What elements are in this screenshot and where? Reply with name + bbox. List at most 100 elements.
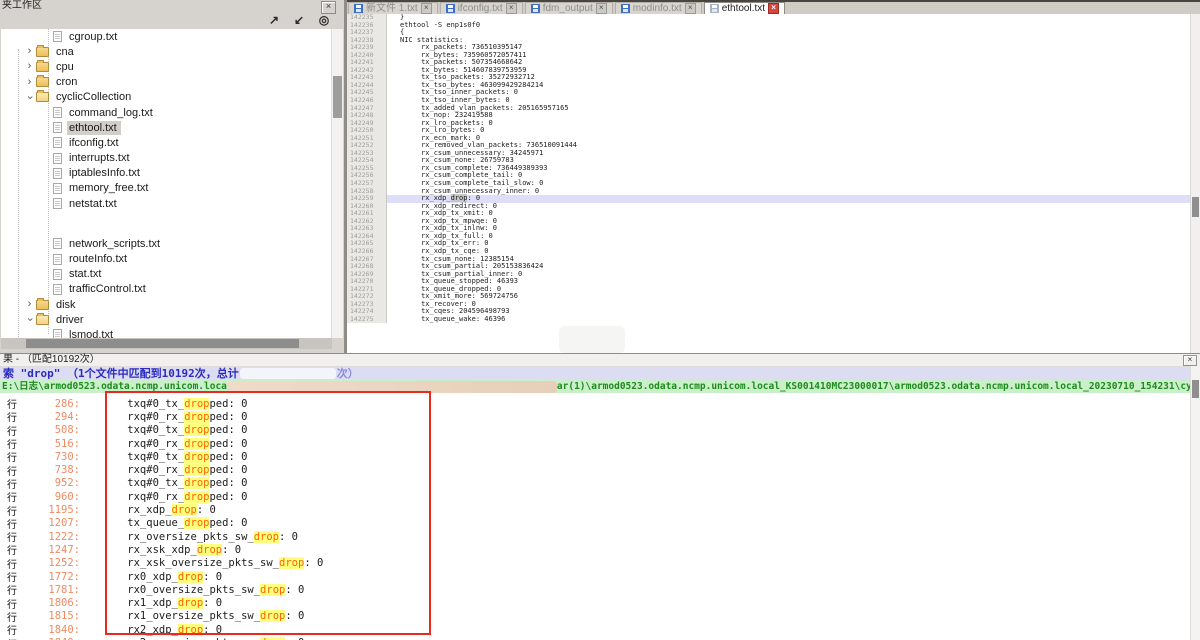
tab-close-icon[interactable]: × — [685, 3, 696, 14]
match-highlight: drop — [279, 557, 304, 569]
match-line-number: 1222: — [22, 531, 80, 543]
tree-item-label: cpu — [54, 60, 78, 74]
folder-icon — [36, 62, 49, 72]
match-highlight: drop — [178, 624, 203, 636]
matched-file-path-line[interactable]: E:\日志\armod0523.odata.ncmp.unicom.loca a… — [0, 380, 1191, 393]
tree-item-disk[interactable]: ›disk — [1, 297, 332, 312]
tree-item-cyclicCollection[interactable]: › cyclicCollection — [1, 90, 332, 105]
line-text: ethtool -S enp1s0f0 — [387, 22, 1191, 30]
tree-item-stat.txt[interactable]: stat.txt — [1, 267, 332, 282]
line-text: tx_nop: 232419588 — [387, 112, 1191, 120]
tab-bar: 新文件 1.txt×ifconfig.txt×fdm_output×modinf… — [347, 0, 1200, 14]
match-row-line-952[interactable]: 行952: txq#0_tx_dropped: 0 — [0, 477, 1191, 490]
match-highlight: drop — [184, 451, 209, 463]
match-text: rxq#0_rx_dropped: 0 — [102, 491, 247, 503]
match-row-line-960[interactable]: 行960: rxq#0_rx_dropped: 0 — [0, 490, 1191, 503]
tree-vertical-scrollbar[interactable] — [331, 29, 343, 338]
tree-item-label: ifconfig.txt — [67, 136, 123, 150]
match-row-line-1195[interactable]: 行1195: rx_xdp_drop: 0 — [0, 503, 1191, 516]
match-text: tx_queue_dropped: 0 — [102, 517, 247, 529]
selected-match: drop — [451, 194, 468, 202]
match-line-number: 1195: — [22, 504, 80, 516]
file-icon — [53, 31, 62, 42]
file-tree: cgroup.txt›cna›cpu›cron›cyclicCollection… — [1, 29, 332, 338]
maximize-panel-icon[interactable]: ↗ — [266, 14, 282, 28]
tree-horizontal-scrollbar[interactable] — [1, 338, 332, 349]
match-text: rx_xsk_xdp_drop: 0 — [102, 544, 241, 556]
tree-item-lsmod.txt[interactable]: lsmod.txt — [1, 327, 332, 338]
line-text: rx_xdp_redirect: 0 — [387, 203, 1191, 211]
match-highlight: drop — [184, 411, 209, 423]
tree-item-label: ethtool.txt — [67, 121, 121, 135]
match-row-line-1815[interactable]: 行1815: rx1_oversize_pkts_sw_drop: 0 — [0, 610, 1191, 623]
tab-ifconfig.txt[interactable]: ifconfig.txt× — [440, 2, 523, 14]
tree-item-trafficControl.txt[interactable]: trafficControl.txt — [1, 282, 332, 297]
tree-item-cgroup.txt[interactable]: cgroup.txt — [1, 29, 332, 44]
tree-scrollbar-thumb[interactable] — [26, 339, 299, 348]
editor-scrollbar-thumb[interactable] — [1192, 197, 1199, 217]
tree-item-command_log.txt[interactable]: command_log.txt — [1, 105, 332, 120]
tab-ethtool.txt[interactable]: ethtool.txt× — [704, 2, 785, 14]
match-highlight: drop — [184, 477, 209, 489]
tree-item-ifconfig.txt[interactable]: ifconfig.txt — [1, 135, 332, 150]
tree-item-netstat.txt[interactable]: netstat.txt — [1, 196, 332, 211]
tree-item-cna[interactable]: ›cna — [1, 44, 332, 59]
tree-item-routeInfo.txt[interactable]: routeInfo.txt — [1, 251, 332, 266]
line-text: rx_xdp_tx_err: 0 — [387, 240, 1191, 248]
editor-line: 142237{ — [347, 29, 1191, 37]
restore-panel-icon[interactable]: ↙ — [291, 14, 307, 28]
match-row-line-286[interactable]: 行286: txq#0_tx_dropped: 0 — [0, 397, 1191, 410]
match-row-line-1222[interactable]: 行1222: rx_oversize_pkts_sw_drop: 0 — [0, 530, 1191, 543]
match-row-line-1806[interactable]: 行1806: rx1_xdp_drop: 0 — [0, 596, 1191, 609]
tree-item-network_scripts.txt[interactable]: network_scripts.txt — [1, 236, 332, 251]
match-row-line-294[interactable]: 行294: rxq#0_rx_dropped: 0 — [0, 410, 1191, 423]
match-row-line-1207[interactable]: 行1207: tx_queue_dropped: 0 — [0, 517, 1191, 530]
tree-scrollbar-thumb[interactable] — [333, 76, 342, 118]
locate-file-icon[interactable]: ◎ — [316, 14, 332, 28]
match-line-number: 960: — [22, 491, 80, 503]
tree-item-iptablesInfo.txt[interactable]: iptablesInfo.txt — [1, 166, 332, 181]
folder-icon — [36, 47, 49, 57]
tab-modinfo.txt[interactable]: modinfo.txt× — [615, 2, 702, 14]
match-row-line-1247[interactable]: 行1247: rx_xsk_xdp_drop: 0 — [0, 543, 1191, 556]
editor-text-area[interactable]: 142235}142236ethtool -S enp1s0f0142237{1… — [347, 14, 1191, 347]
file-icon — [53, 107, 62, 118]
match-row-line-516[interactable]: 行516: rxq#0_rx_dropped: 0 — [0, 437, 1191, 450]
tree-collapse-arrow-icon[interactable]: › — [23, 91, 36, 104]
results-close-icon[interactable]: × — [1183, 355, 1197, 366]
tree-item-memory_free.txt[interactable]: memory_free.txt — [1, 181, 332, 196]
tab-close-icon[interactable]: × — [506, 3, 517, 14]
match-row-line-738[interactable]: 行738: rxq#0_rx_dropped: 0 — [0, 463, 1191, 476]
match-row-line-508[interactable]: 行508: txq#0_tx_dropped: 0 — [0, 424, 1191, 437]
folder-icon — [36, 92, 49, 102]
tree-item-cpu[interactable]: › cpu — [1, 59, 332, 74]
match-row-line-1781[interactable]: 行1781: rx0_oversize_pkts_sw_drop: 0 — [0, 583, 1191, 596]
tab-close-icon[interactable]: × — [421, 3, 432, 14]
tree-expand-arrow-icon[interactable]: › — [23, 45, 36, 58]
results-vertical-scrollbar[interactable] — [1190, 366, 1200, 640]
match-row-line-1840[interactable]: 行1840: rx2_xdp_drop: 0 — [0, 623, 1191, 636]
tab-close-icon[interactable]: × — [596, 3, 607, 14]
tab-label: fdm_output — [543, 3, 593, 15]
tree-collapse-arrow-icon[interactable]: › — [23, 313, 36, 326]
match-line-number: 294: — [22, 411, 80, 423]
results-scrollbar-thumb[interactable] — [1192, 380, 1199, 398]
editor-vertical-scrollbar[interactable] — [1190, 14, 1200, 353]
match-highlight: drop — [260, 584, 285, 596]
tree-expand-arrow-icon[interactable]: › — [23, 298, 36, 311]
tree-item-label: cyclicCollection — [54, 90, 135, 104]
tree-item-driver[interactable]: ›driver — [1, 312, 332, 327]
tree-item-interrupts.txt[interactable]: interrupts.txt — [1, 151, 332, 166]
match-row-line-1772[interactable]: 行1772: rx0_xdp_drop: 0 — [0, 570, 1191, 583]
tree-expand-arrow-icon[interactable]: › — [23, 76, 36, 89]
tree-expand-arrow-icon[interactable]: › — [23, 60, 36, 73]
tree-item-ethtool.txt[interactable]: ethtool.txt — [1, 120, 332, 135]
match-text: rx1_oversize_pkts_sw_drop: 0 — [102, 610, 304, 622]
tab--1.txt[interactable]: 新文件 1.txt× — [348, 2, 438, 14]
tab-fdm_output[interactable]: fdm_output× — [525, 2, 613, 14]
match-row-line-730[interactable]: 行730: txq#0_tx_dropped: 0 — [0, 450, 1191, 463]
tree-item-cron[interactable]: ›cron — [1, 75, 332, 90]
tab-close-icon[interactable]: × — [768, 3, 779, 14]
match-row-line-1849[interactable]: 行1849: rx2_oversize_pkts_sw_drop: 0 — [0, 636, 1191, 640]
match-row-line-1252[interactable]: 行1252: rx_xsk_oversize_pkts_sw_drop: 0 — [0, 557, 1191, 570]
